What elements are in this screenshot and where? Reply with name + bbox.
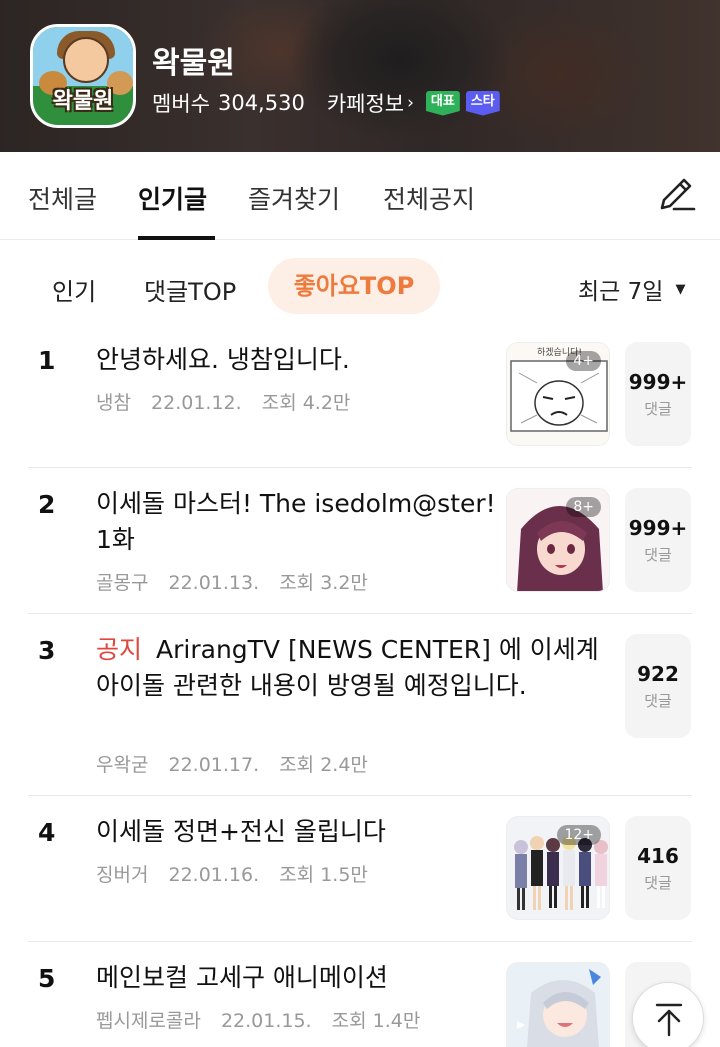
comment-count: 999+ [628, 516, 688, 540]
post-item[interactable]: 3 공지 ArirangTV [NEWS CENTER] 에 이세계 아이돌 관련… [28, 614, 692, 796]
tab-all-posts[interactable]: 전체글 [28, 180, 97, 216]
comment-count-box[interactable]: 999+ 댓글 [625, 342, 691, 446]
tab-favorites[interactable]: 즐겨찾기 [248, 180, 340, 216]
post-author: 냉참 [96, 392, 131, 414]
post-item[interactable]: 2 이세돌 마스터! The isedolm@ster! 1화 골몽구 22.0… [28, 468, 692, 614]
comment-label: 댓글 [644, 874, 672, 892]
cafe-header-banner: 왁물원 왁물원 멤버수 304,530 카페정보 › 대표 스타 [0, 0, 720, 152]
cafe-meta: 멤버수 304,530 카페정보 › 대표 스타 [152, 88, 500, 118]
post-author: 징버거 [96, 864, 149, 886]
post-item[interactable]: 1 안녕하세요. 냉참입니다. 냉참 22.01.12. 조회 4.2만 하겠습… [28, 332, 692, 468]
sort-filter-bar: 인기 댓글TOP 좋아요TOP 최근 7일 ▼ [0, 240, 720, 332]
scroll-to-top-button[interactable] [632, 982, 704, 1047]
post-date: 22.01.16. [168, 864, 260, 886]
comment-label: 댓글 [644, 400, 672, 418]
member-count: 304,530 [217, 91, 305, 115]
comment-count-box[interactable]: 416 댓글 [625, 816, 691, 920]
post-item[interactable]: 5 메인보컬 고세구 애니메이션 펩시제로콜라 22.01.15. 조회 1.4… [28, 942, 692, 1047]
post-title[interactable]: 안녕하세요. 냉참입니다. [96, 342, 496, 378]
post-date: 22.01.12. [151, 392, 242, 414]
chevron-right-icon: › [407, 93, 414, 113]
notice-tag: 공지 [96, 635, 143, 664]
post-thumbnail[interactable]: 8+ [506, 488, 610, 592]
cafe-logo[interactable]: 왁물원 [30, 24, 136, 128]
post-title[interactable]: 메인보컬 고세구 애니메이션 [96, 960, 496, 996]
pencil-icon[interactable] [654, 172, 698, 216]
post-meta: 징버거 22.01.16. 조회 1.5만 [96, 860, 382, 887]
post-rank: 5 [38, 964, 56, 993]
post-meta: 펩시제로콜라 22.01.15. 조회 1.4만 [96, 1006, 434, 1033]
comment-count-box[interactable]: 999+ 댓글 [625, 488, 691, 592]
post-title[interactable]: 이세돌 정면+전신 올립니다 [96, 814, 496, 850]
post-rank: 1 [38, 346, 56, 375]
cafe-info-label: 카페정보 [326, 92, 405, 116]
filter-comments-top[interactable]: 댓글TOP [144, 272, 236, 307]
post-author: 우왁굳 [96, 754, 149, 776]
tab-popular-posts[interactable]: 인기글 [138, 180, 207, 216]
comment-count: 999+ [628, 370, 688, 394]
post-views: 조회 1.5만 [279, 864, 368, 886]
member-count-label: 멤버수 [152, 92, 210, 116]
comment-count-box[interactable]: 922 댓글 [625, 634, 691, 738]
post-thumbnail[interactable]: 12+ [506, 816, 610, 920]
image-count-badge: 8+ [566, 497, 601, 517]
filter-likes-top[interactable]: 좋아요TOP [268, 258, 440, 314]
post-meta: 우왁굳 22.01.17. 조회 2.4만 [96, 750, 382, 777]
post-date: 22.01.15. [220, 1010, 312, 1032]
cafe-info-link[interactable]: 카페정보 › [327, 88, 414, 118]
comment-count: 416 [637, 844, 679, 868]
cafe-logo-text: 왁물원 [52, 89, 114, 114]
comment-label: 댓글 [644, 692, 672, 710]
caret-down-icon: ▼ [675, 281, 686, 297]
post-meta: 냉참 22.01.12. 조회 4.2만 [96, 388, 364, 415]
period-label: 최근 7일 [578, 279, 664, 305]
post-views: 조회 1.4만 [331, 1010, 421, 1032]
post-views: 조회 4.2만 [261, 392, 351, 414]
post-title[interactable]: 이세돌 마스터! The isedolm@ster! 1화 [96, 486, 496, 558]
anime-character-image [507, 963, 609, 1047]
post-thumbnail[interactable] [506, 962, 610, 1047]
comment-count: 922 [637, 662, 679, 686]
tab-all-notices[interactable]: 전체공지 [383, 180, 475, 216]
main-tab-bar: 전체글 인기글 즐겨찾기 전체공지 [0, 152, 720, 240]
cafe-name[interactable]: 왁물원 [152, 38, 235, 82]
filter-popular[interactable]: 인기 [52, 272, 96, 307]
post-rank: 2 [38, 490, 56, 519]
comment-label: 댓글 [644, 546, 672, 564]
star-badge: 스타 [465, 90, 500, 116]
post-views: 조회 2.4만 [279, 754, 368, 776]
post-rank: 4 [38, 818, 56, 847]
image-count-badge: 4+ [566, 351, 601, 371]
post-author: 펩시제로콜라 [96, 1010, 201, 1032]
post-date: 22.01.17. [168, 754, 260, 776]
post-views: 조회 3.2만 [279, 572, 368, 594]
period-selector[interactable]: 최근 7일 ▼ [578, 272, 685, 306]
image-count-badge: 12+ [557, 825, 601, 845]
post-author: 골몽구 [96, 572, 149, 594]
post-title[interactable]: 공지 ArirangTV [NEWS CENTER] 에 이세계 아이돌 관련한 … [96, 632, 606, 704]
representative-badge: 대표 [425, 90, 460, 116]
post-item[interactable]: 4 이세돌 정면+전신 올립니다 징버거 22.01.16. 조회 1.5만 1… [28, 796, 692, 942]
post-thumbnail[interactable]: 하겠습니다! 4+ [506, 342, 610, 446]
post-rank: 3 [38, 636, 56, 665]
arrow-up-to-top-icon [655, 1003, 683, 1037]
post-title-text: ArirangTV [NEWS CENTER] 에 이세계 아이돌 관련한 내용… [96, 635, 599, 700]
post-meta: 골몽구 22.01.13. 조회 3.2만 [96, 568, 382, 595]
post-date: 22.01.13. [168, 572, 260, 594]
